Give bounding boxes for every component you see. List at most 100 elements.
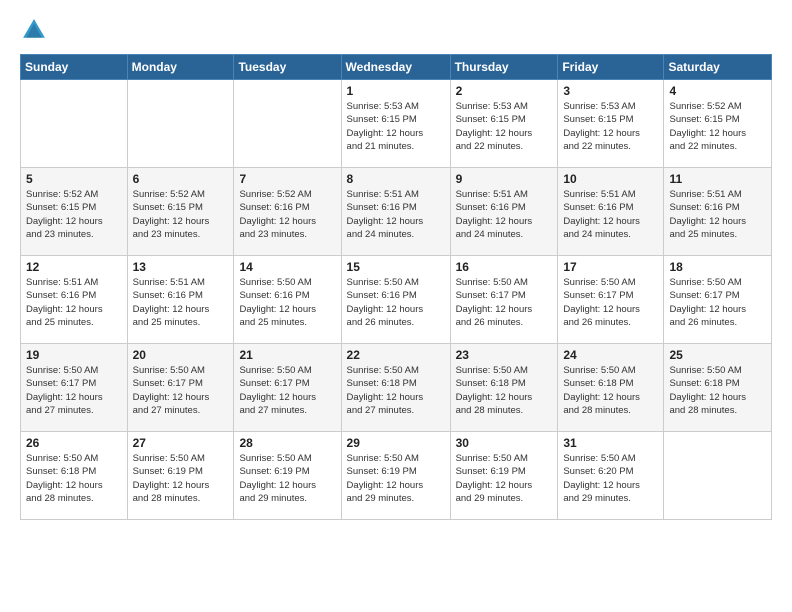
day-number: 23 [456, 348, 553, 362]
day-info: Sunrise: 5:50 AMSunset: 6:18 PMDaylight:… [347, 364, 445, 417]
day-cell: 13Sunrise: 5:51 AMSunset: 6:16 PMDayligh… [127, 256, 234, 344]
day-number: 31 [563, 436, 658, 450]
day-number: 26 [26, 436, 122, 450]
day-number: 9 [456, 172, 553, 186]
day-cell: 26 Sunrise: 5:50 AMSunset: 6:18 PMDayligh… [21, 432, 128, 520]
day-cell: 30 Sunrise: 5:50 AMSunset: 6:19 PMDayligh… [450, 432, 558, 520]
day-cell: 10Sunrise: 5:51 AMSunset: 6:16 PMDayligh… [558, 168, 664, 256]
header-cell-monday: Monday [127, 55, 234, 80]
day-cell: 28 Sunrise: 5:50 AMSunset: 6:19 PMDayligh… [234, 432, 341, 520]
week-row-2: 5 Sunrise: 5:52 AMSunset: 6:15 PMDaylight… [21, 168, 772, 256]
day-info: Sunrise: 5:52 AMSunset: 6:16 PMDaylight:… [239, 188, 335, 241]
day-number: 20 [133, 348, 229, 362]
logo [20, 16, 52, 44]
day-info: Sunrise: 5:51 AMSunset: 6:16 PMDaylight:… [26, 276, 122, 329]
day-number: 22 [347, 348, 445, 362]
day-info: Sunrise: 5:51 AMSunset: 6:16 PMDaylight:… [456, 188, 553, 241]
day-number: 3 [563, 84, 658, 98]
day-cell [21, 80, 128, 168]
day-cell: 14 Sunrise: 5:50 AMSunset: 6:16 PMDayligh… [234, 256, 341, 344]
day-cell: 5 Sunrise: 5:52 AMSunset: 6:15 PMDaylight… [21, 168, 128, 256]
day-cell: 25 Sunrise: 5:50 AMSunset: 6:18 PMDayligh… [664, 344, 772, 432]
day-info: Sunrise: 5:50 AMSunset: 6:19 PMDaylight:… [456, 452, 553, 505]
day-info: Sunrise: 5:52 AMSunset: 6:15 PMDaylight:… [669, 100, 766, 153]
day-info: Sunrise: 5:50 AMSunset: 6:16 PMDaylight:… [239, 276, 335, 329]
day-number: 18 [669, 260, 766, 274]
day-cell: 7 Sunrise: 5:52 AMSunset: 6:16 PMDaylight… [234, 168, 341, 256]
day-cell: 8 Sunrise: 5:51 AMSunset: 6:16 PMDaylight… [341, 168, 450, 256]
day-cell: 31Sunrise: 5:50 AMSunset: 6:20 PMDayligh… [558, 432, 664, 520]
day-cell [234, 80, 341, 168]
day-number: 24 [563, 348, 658, 362]
header-cell-thursday: Thursday [450, 55, 558, 80]
header [20, 16, 772, 44]
day-info: Sunrise: 5:51 AMSunset: 6:16 PMDaylight:… [669, 188, 766, 241]
day-number: 7 [239, 172, 335, 186]
day-info: Sunrise: 5:52 AMSunset: 6:15 PMDaylight:… [133, 188, 229, 241]
day-cell: 12 Sunrise: 5:51 AMSunset: 6:16 PMDayligh… [21, 256, 128, 344]
day-cell: 11Sunrise: 5:51 AMSunset: 6:16 PMDayligh… [664, 168, 772, 256]
day-number: 14 [239, 260, 335, 274]
week-row-1: 1 Sunrise: 5:53 AMSunset: 6:15 PMDaylight… [21, 80, 772, 168]
day-number: 29 [347, 436, 445, 450]
day-info: Sunrise: 5:50 AMSunset: 6:17 PMDaylight:… [26, 364, 122, 417]
day-number: 2 [456, 84, 553, 98]
day-cell [127, 80, 234, 168]
day-info: Sunrise: 5:50 AMSunset: 6:18 PMDaylight:… [563, 364, 658, 417]
day-cell: 23 Sunrise: 5:50 AMSunset: 6:18 PMDayligh… [450, 344, 558, 432]
day-info: Sunrise: 5:51 AMSunset: 6:16 PMDaylight:… [563, 188, 658, 241]
day-info: Sunrise: 5:50 AMSunset: 6:18 PMDaylight:… [669, 364, 766, 417]
day-cell: 19 Sunrise: 5:50 AMSunset: 6:17 PMDayligh… [21, 344, 128, 432]
header-cell-wednesday: Wednesday [341, 55, 450, 80]
day-number: 6 [133, 172, 229, 186]
day-number: 27 [133, 436, 229, 450]
day-info: Sunrise: 5:50 AMSunset: 6:17 PMDaylight:… [563, 276, 658, 329]
page: SundayMondayTuesdayWednesdayThursdayFrid… [0, 0, 792, 536]
day-cell: 6 Sunrise: 5:52 AMSunset: 6:15 PMDaylight… [127, 168, 234, 256]
day-info: Sunrise: 5:50 AMSunset: 6:19 PMDaylight:… [239, 452, 335, 505]
day-cell [664, 432, 772, 520]
logo-icon [20, 16, 48, 44]
day-number: 8 [347, 172, 445, 186]
day-cell: 15 Sunrise: 5:50 AMSunset: 6:16 PMDayligh… [341, 256, 450, 344]
day-info: Sunrise: 5:53 AMSunset: 6:15 PMDaylight:… [347, 100, 445, 153]
day-info: Sunrise: 5:50 AMSunset: 6:18 PMDaylight:… [456, 364, 553, 417]
day-number: 4 [669, 84, 766, 98]
day-number: 15 [347, 260, 445, 274]
header-cell-sunday: Sunday [21, 55, 128, 80]
day-cell: 9 Sunrise: 5:51 AMSunset: 6:16 PMDaylight… [450, 168, 558, 256]
day-info: Sunrise: 5:50 AMSunset: 6:16 PMDaylight:… [347, 276, 445, 329]
day-cell: 1 Sunrise: 5:53 AMSunset: 6:15 PMDaylight… [341, 80, 450, 168]
day-number: 30 [456, 436, 553, 450]
day-info: Sunrise: 5:50 AMSunset: 6:17 PMDaylight:… [669, 276, 766, 329]
day-cell: 18 Sunrise: 5:50 AMSunset: 6:17 PMDayligh… [664, 256, 772, 344]
day-cell: 4 Sunrise: 5:52 AMSunset: 6:15 PMDaylight… [664, 80, 772, 168]
day-cell: 2Sunrise: 5:53 AMSunset: 6:15 PMDaylight… [450, 80, 558, 168]
day-cell: 21Sunrise: 5:50 AMSunset: 6:17 PMDayligh… [234, 344, 341, 432]
week-row-4: 19 Sunrise: 5:50 AMSunset: 6:17 PMDayligh… [21, 344, 772, 432]
day-number: 16 [456, 260, 553, 274]
calendar: SundayMondayTuesdayWednesdayThursdayFrid… [20, 54, 772, 520]
day-cell: 16 Sunrise: 5:50 AMSunset: 6:17 PMDayligh… [450, 256, 558, 344]
day-number: 21 [239, 348, 335, 362]
day-info: Sunrise: 5:50 AMSunset: 6:17 PMDaylight:… [456, 276, 553, 329]
day-info: Sunrise: 5:52 AMSunset: 6:15 PMDaylight:… [26, 188, 122, 241]
header-cell-saturday: Saturday [664, 55, 772, 80]
day-number: 17 [563, 260, 658, 274]
week-row-5: 26 Sunrise: 5:50 AMSunset: 6:18 PMDayligh… [21, 432, 772, 520]
day-info: Sunrise: 5:50 AMSunset: 6:19 PMDaylight:… [133, 452, 229, 505]
header-cell-tuesday: Tuesday [234, 55, 341, 80]
day-number: 1 [347, 84, 445, 98]
day-number: 12 [26, 260, 122, 274]
day-number: 25 [669, 348, 766, 362]
day-cell: 24 Sunrise: 5:50 AMSunset: 6:18 PMDayligh… [558, 344, 664, 432]
header-row: SundayMondayTuesdayWednesdayThursdayFrid… [21, 55, 772, 80]
day-number: 28 [239, 436, 335, 450]
day-number: 5 [26, 172, 122, 186]
header-cell-friday: Friday [558, 55, 664, 80]
day-number: 19 [26, 348, 122, 362]
day-info: Sunrise: 5:51 AMSunset: 6:16 PMDaylight:… [133, 276, 229, 329]
day-info: Sunrise: 5:51 AMSunset: 6:16 PMDaylight:… [347, 188, 445, 241]
day-cell: 22 Sunrise: 5:50 AMSunset: 6:18 PMDayligh… [341, 344, 450, 432]
day-info: Sunrise: 5:50 AMSunset: 6:18 PMDaylight:… [26, 452, 122, 505]
